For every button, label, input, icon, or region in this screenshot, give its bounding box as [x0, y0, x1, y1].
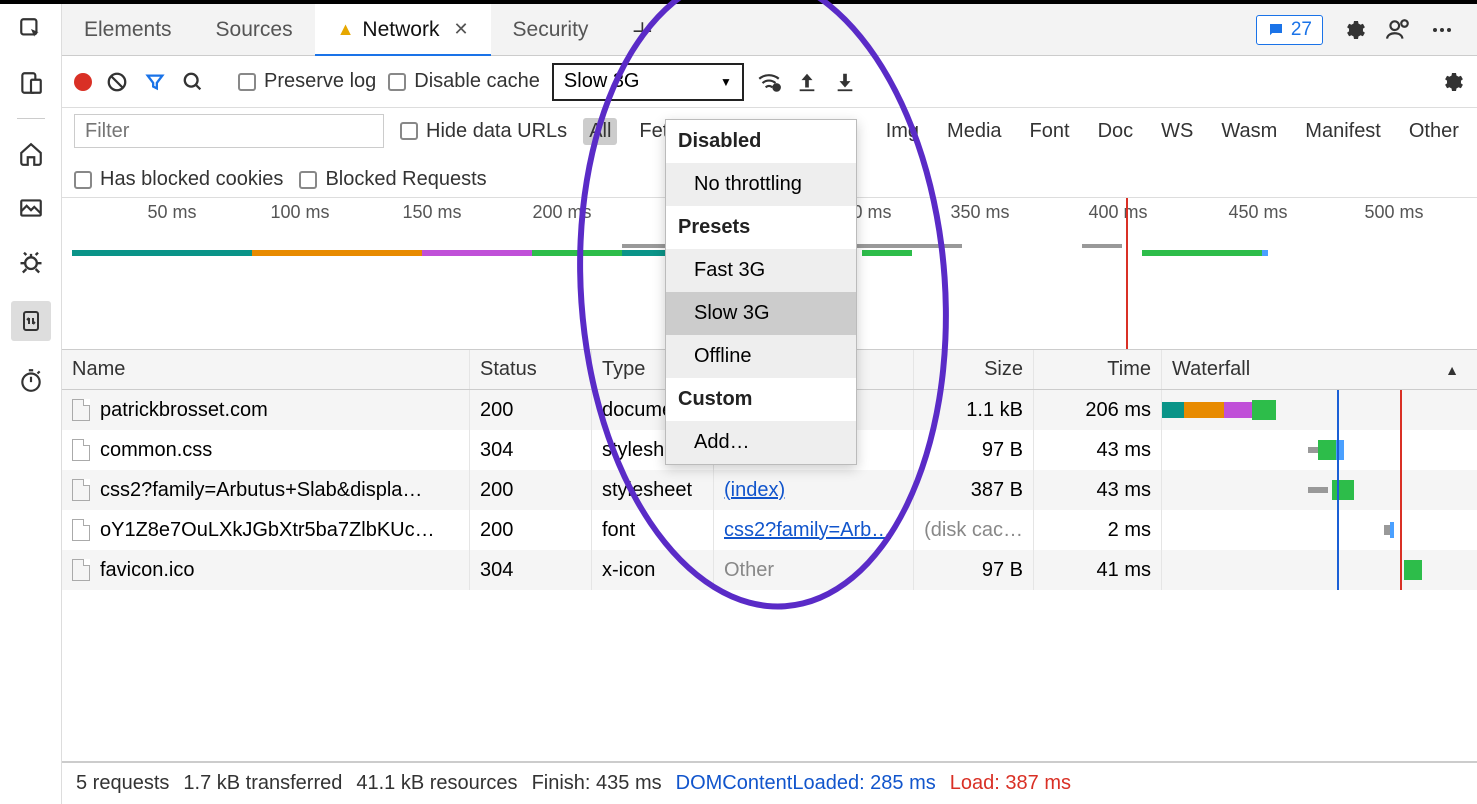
table-row[interactable]: favicon.ico304x-iconOther97 B41 ms	[62, 550, 1477, 590]
filter-type-all[interactable]: All	[583, 118, 617, 145]
add-tab-button[interactable]: ＋	[610, 12, 674, 47]
sidebar	[0, 4, 62, 804]
inspect-icon[interactable]	[16, 14, 46, 44]
dropdown-item[interactable]: Add…	[666, 421, 856, 464]
has-blocked-cookies-checkbox[interactable]: Has blocked cookies	[74, 168, 283, 191]
search-icon[interactable]	[180, 69, 206, 95]
filter-type-font[interactable]: Font	[1024, 118, 1076, 145]
issues-badge[interactable]: 27	[1256, 15, 1323, 45]
file-icon	[72, 559, 90, 581]
hide-data-urls-checkbox[interactable]: Hide data URLs	[400, 120, 567, 143]
throttling-dropdown[interactable]: DisabledNo throttlingPresetsFast 3GSlow …	[665, 119, 857, 465]
status-resources: 41.1 kB resources	[356, 772, 517, 795]
sort-indicator-icon: ▲	[1445, 362, 1459, 378]
filter-type-media[interactable]: Media	[941, 118, 1007, 145]
status-load: Load: 387 ms	[950, 772, 1071, 795]
download-har-icon[interactable]	[832, 69, 858, 95]
network-toolbar: Preserve log Disable cache Slow 3G▼	[62, 56, 1477, 108]
filter-type-other[interactable]: Other	[1403, 118, 1465, 145]
dropdown-group-head: Disabled	[666, 120, 856, 163]
dropdown-group-head: Presets	[666, 206, 856, 249]
devtools-tabs: Elements Sources ▲ Network ✕ Security ＋ …	[62, 4, 1477, 56]
file-icon	[72, 519, 90, 541]
status-finish: Finish: 435 ms	[532, 772, 662, 795]
clear-icon[interactable]	[104, 69, 130, 95]
record-button[interactable]	[74, 73, 92, 91]
warning-icon: ▲	[337, 19, 355, 40]
network-settings-icon[interactable]	[1439, 69, 1465, 95]
tab-security[interactable]: Security	[491, 4, 611, 56]
dropdown-item[interactable]: No throttling	[666, 163, 856, 206]
status-bar: 5 requests 1.7 kB transferred 41.1 kB re…	[62, 762, 1477, 804]
table-row[interactable]: css2?family=Arbutus+Slab&displa…200style…	[62, 470, 1477, 510]
dropdown-group-head: Custom	[666, 378, 856, 421]
upload-har-icon[interactable]	[794, 69, 820, 95]
dropdown-item[interactable]: Slow 3G	[666, 292, 856, 335]
throttling-select[interactable]: Slow 3G▼	[552, 63, 744, 101]
stopwatch-icon[interactable]	[16, 365, 46, 395]
filter-input[interactable]	[74, 114, 384, 148]
settings-icon[interactable]	[1341, 17, 1367, 43]
file-icon	[72, 479, 90, 501]
blocked-requests-checkbox[interactable]: Blocked Requests	[299, 168, 486, 191]
image-icon[interactable]	[16, 193, 46, 223]
filter-type-doc[interactable]: Doc	[1092, 118, 1140, 145]
close-icon[interactable]: ✕	[453, 19, 468, 40]
tab-elements[interactable]: Elements	[62, 4, 194, 56]
filter-type-wasm[interactable]: Wasm	[1215, 118, 1283, 145]
disable-cache-checkbox[interactable]: Disable cache	[388, 70, 540, 93]
dropdown-item[interactable]: Fast 3G	[666, 249, 856, 292]
feedback-icon[interactable]	[1385, 17, 1411, 43]
file-icon	[72, 439, 90, 461]
status-dcl: DOMContentLoaded: 285 ms	[676, 772, 936, 795]
home-icon[interactable]	[16, 139, 46, 169]
tab-sources[interactable]: Sources	[194, 4, 315, 56]
filter-type-img[interactable]: Img	[880, 118, 925, 145]
chevron-down-icon: ▼	[720, 75, 732, 89]
status-transferred: 1.7 kB transferred	[183, 772, 342, 795]
filter-type-ws[interactable]: WS	[1155, 118, 1199, 145]
more-icon[interactable]	[1429, 17, 1455, 43]
dropdown-item[interactable]: Offline	[666, 335, 856, 378]
device-icon[interactable]	[16, 68, 46, 98]
network-conditions-icon[interactable]	[756, 69, 782, 95]
table-row[interactable]: oY1Z8e7OuLXkJGbXtr5ba7ZlbKUc…200fontcss2…	[62, 510, 1477, 550]
preserve-log-checkbox[interactable]: Preserve log	[238, 70, 376, 93]
status-requests: 5 requests	[76, 772, 169, 795]
file-icon	[72, 399, 90, 421]
tab-network[interactable]: ▲ Network ✕	[315, 4, 491, 56]
filter-type-manifest[interactable]: Manifest	[1299, 118, 1387, 145]
filter-icon[interactable]	[142, 69, 168, 95]
bug-icon[interactable]	[16, 247, 46, 277]
network-tool-icon[interactable]	[11, 301, 51, 341]
